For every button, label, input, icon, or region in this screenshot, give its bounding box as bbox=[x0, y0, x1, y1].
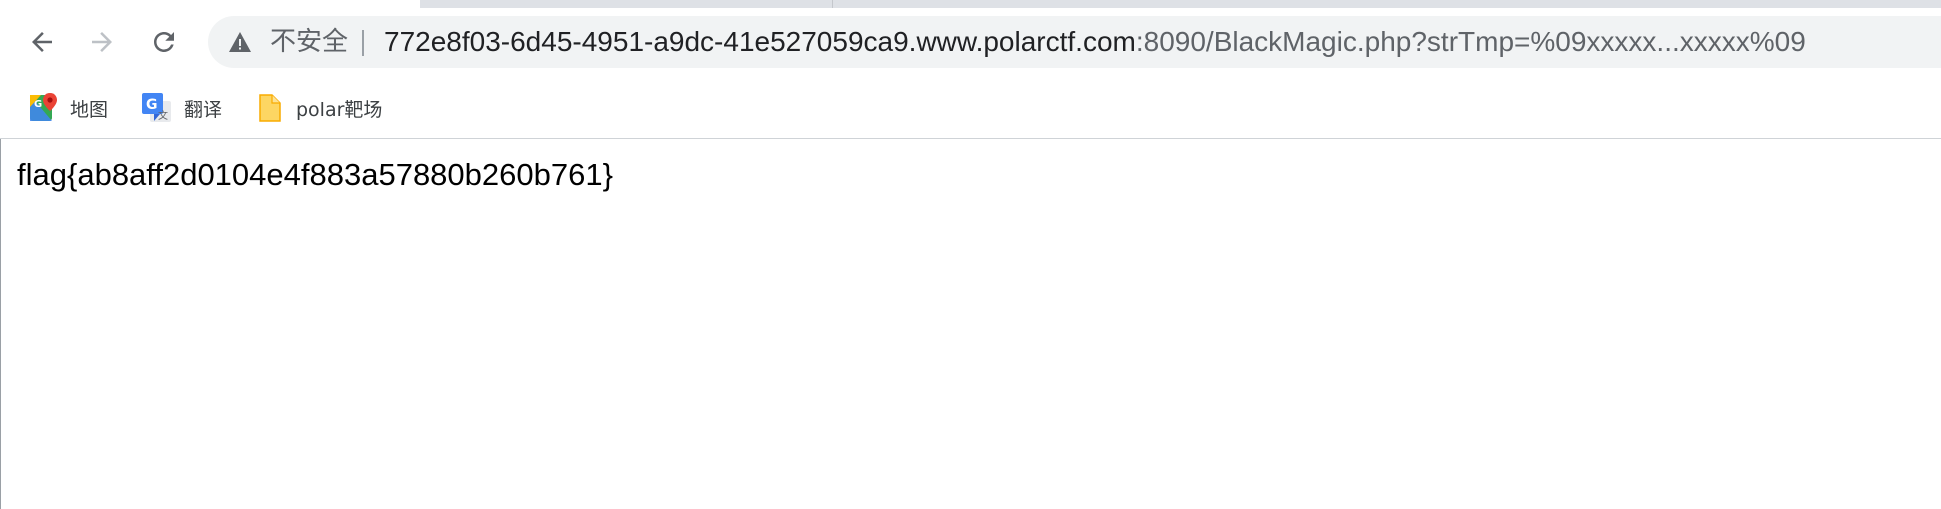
forward-button[interactable] bbox=[82, 22, 122, 62]
arrow-left-icon bbox=[32, 32, 52, 52]
url-host: 772e8f03-6d45-4951-a9dc-41e527059ca9.www… bbox=[384, 26, 1136, 57]
bookmark-folder-polar[interactable]: polar靶场 bbox=[258, 88, 382, 128]
flag-text: flag{ab8aff2d0104e4f883a57880b260b761} bbox=[17, 157, 613, 192]
bookmark-label: 地图 bbox=[70, 98, 109, 121]
url-path: :8090/BlackMagic.php?strTmp=%09xxxxx...x… bbox=[1135, 26, 1806, 57]
reload-button[interactable] bbox=[144, 22, 184, 62]
omnibox-divider bbox=[362, 30, 364, 56]
svg-text:G: G bbox=[34, 99, 42, 110]
folder-icon bbox=[259, 94, 281, 122]
bookmark-maps[interactable]: G 地图 bbox=[30, 88, 108, 128]
reload-icon bbox=[154, 32, 174, 52]
bookmark-label: 翻译 bbox=[184, 98, 223, 121]
warning-icon[interactable] bbox=[228, 31, 252, 53]
url-text[interactable]: 772e8f03-6d45-4951-a9dc-41e527059ca9.www… bbox=[384, 27, 1806, 57]
arrow-right-icon bbox=[92, 32, 112, 52]
active-tab[interactable] bbox=[0, 0, 420, 8]
browser-toolbar: 不安全 772e8f03-6d45-4951-a9dc-41e527059ca9… bbox=[0, 8, 1941, 76]
bookmark-translate[interactable]: G 文 翻译 bbox=[142, 88, 222, 128]
bookmarks-bar: G 地图 G 文 翻译 polar靶场 bbox=[0, 80, 1941, 139]
back-button[interactable] bbox=[22, 22, 62, 62]
svg-text:文: 文 bbox=[158, 109, 168, 122]
address-bar[interactable]: 不安全 772e8f03-6d45-4951-a9dc-41e527059ca9… bbox=[208, 16, 1941, 68]
bookmark-label: polar靶场 bbox=[296, 98, 383, 121]
inactive-tab[interactable] bbox=[832, 0, 1941, 8]
svg-text:G: G bbox=[146, 97, 158, 113]
google-translate-icon: G 文 bbox=[142, 93, 171, 122]
google-maps-icon: G bbox=[30, 93, 57, 121]
page-content: flag{ab8aff2d0104e4f883a57880b260b761} bbox=[0, 139, 1941, 509]
security-label[interactable]: 不安全 bbox=[270, 28, 348, 56]
tab-strip bbox=[0, 0, 1941, 8]
